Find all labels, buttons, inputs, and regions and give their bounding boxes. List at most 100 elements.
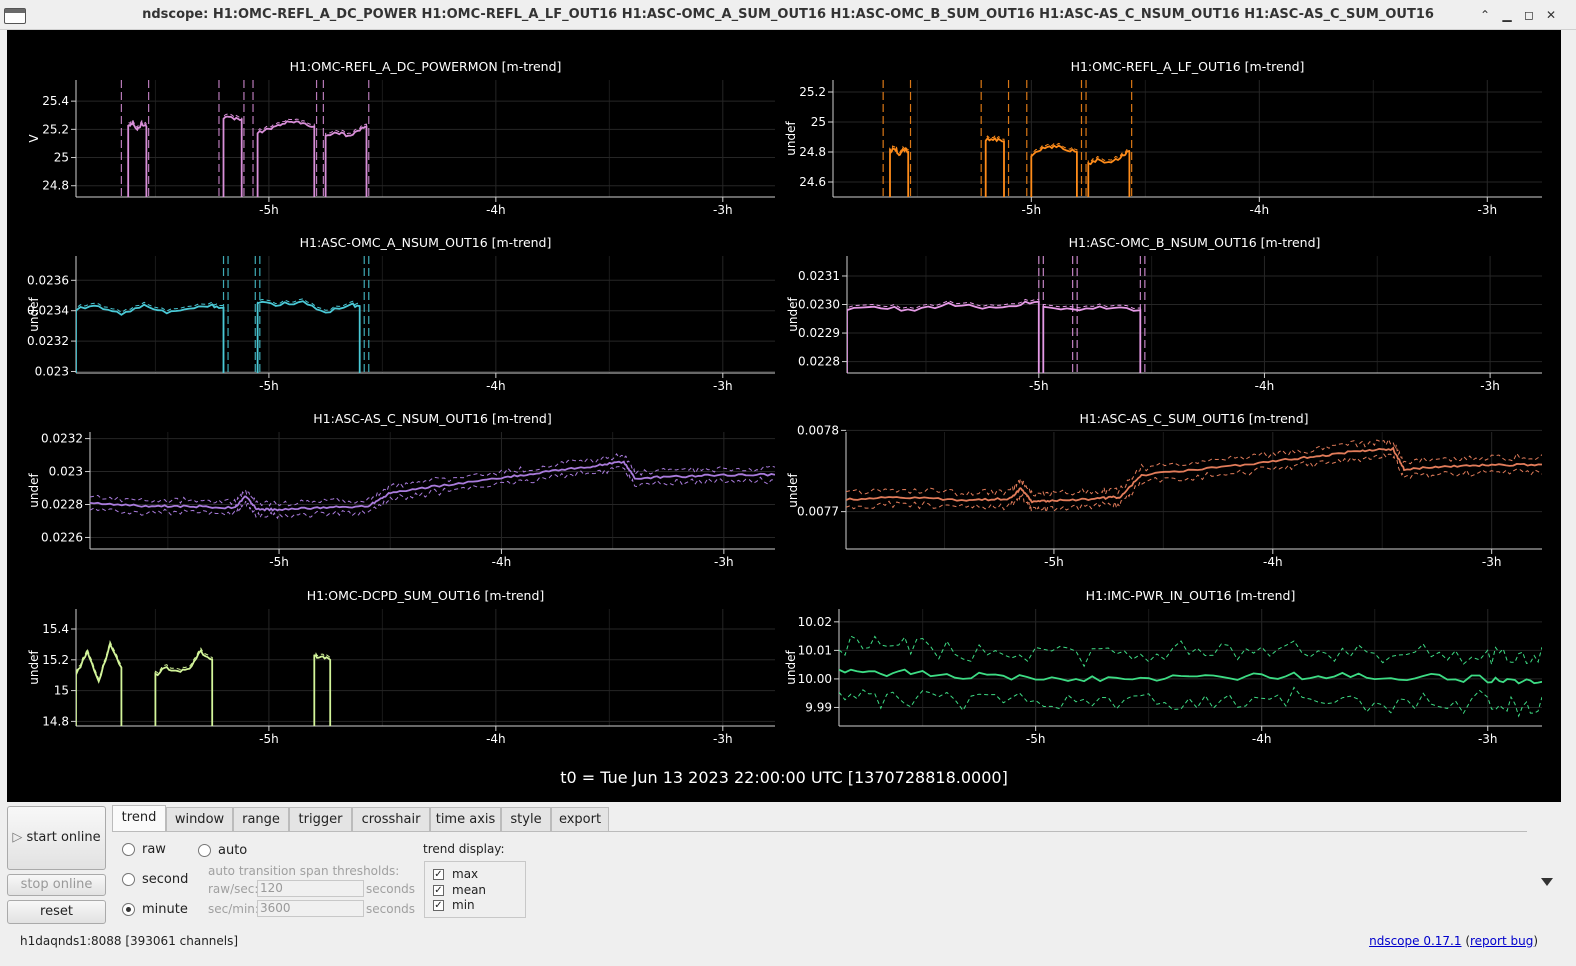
plot-panel: H1:ASC-OMC_A_NSUM_OUT16 [m-trend] 0.0236 0… (27, 235, 775, 393)
plots-canvas[interactable]: H1:OMC-REFL_A_DC_POWERMON [m-trend] 25.4 2… (7, 30, 1561, 802)
mean-trend-line (324, 125, 368, 197)
auto-radio-indicator[interactable] (198, 844, 211, 857)
mean-trend-line (1030, 144, 1078, 197)
x-tick-label: -5h (269, 555, 289, 569)
stop-online-button[interactable]: stop online (7, 874, 106, 896)
max-label: max (452, 867, 479, 881)
raw-radio-indicator[interactable] (122, 843, 135, 856)
y-axis-label: undef (27, 473, 41, 508)
mean-check-icon[interactable]: ✓ (433, 885, 444, 896)
x-tick-label: -5h (259, 379, 279, 393)
second-radio-indicator[interactable] (122, 873, 135, 886)
y-tick-label: 14.8 (42, 714, 69, 728)
raw-sec-field[interactable]: 120 (257, 880, 364, 897)
x-tick-label: -3h (713, 203, 733, 217)
plot-area[interactable]: H1:OMC-REFL_A_DC_POWERMON [m-trend] 25.4 2… (7, 30, 1561, 802)
y-tick-label: 24.6 (799, 175, 826, 189)
x-tick-label: -3h (713, 732, 733, 746)
report-bug-link[interactable]: report bug (1470, 934, 1533, 948)
y-tick-label: 0.0232 (27, 334, 69, 348)
y-tick-label: 10.01 (798, 643, 832, 657)
plot-title: H1:ASC-AS_C_SUM_OUT16 [m-trend] (1079, 411, 1308, 426)
min-trend-line (90, 466, 775, 520)
x-tick-label: -5h (1029, 379, 1049, 393)
max-trend-line (1030, 142, 1078, 197)
control-panel: ▷ start online stop online reset trend w… (0, 802, 1576, 966)
max-check-icon[interactable]: ✓ (433, 869, 444, 880)
y-tick-label: 0.0236 (27, 273, 69, 287)
tab-range[interactable]: range (233, 807, 289, 832)
tab-divider (112, 831, 1527, 832)
y-tick-label: 24.8 (42, 179, 69, 193)
max-trend-line (889, 145, 909, 197)
plot-panel: H1:OMC-REFL_A_DC_POWERMON [m-trend] 25.4 2… (27, 59, 775, 217)
x-tick-label: -3h (1478, 732, 1498, 746)
max-trend-line (76, 301, 224, 373)
tab-style[interactable]: style (501, 807, 551, 832)
x-tick-label: -3h (1477, 203, 1497, 217)
x-tick-label: -3h (1480, 379, 1500, 393)
y-tick-label: 25.2 (799, 85, 826, 99)
tab-window[interactable]: window (166, 807, 233, 832)
keep-above-button[interactable]: ⌃ (1476, 6, 1494, 24)
y-tick-label: 24.8 (799, 145, 826, 159)
tab-trigger[interactable]: trigger (289, 807, 352, 832)
mean-trend-line (1042, 305, 1142, 373)
x-tick-label: -3h (1482, 555, 1502, 569)
plot-data (839, 635, 1542, 718)
y-axis-label: V (27, 134, 41, 143)
trend-display-label: trend display: (423, 842, 505, 856)
sec-min-label: sec/min: (208, 902, 259, 916)
y-axis-label: undef (784, 121, 798, 156)
reset-button[interactable]: reset (7, 900, 106, 924)
max-trend-line (90, 452, 775, 507)
minute-radio-indicator[interactable] (122, 903, 135, 916)
minimize-button[interactable]: ▁ (1498, 6, 1516, 24)
mean-trend-line (1087, 149, 1131, 197)
mean-trend-line (256, 120, 316, 197)
play-icon: ▷ (12, 830, 27, 845)
plot-panel: H1:IMC-PWR_IN_OUT16 [m-trend] 10.02 10.01 1… (784, 588, 1542, 746)
tab-export[interactable]: export (551, 807, 609, 832)
mean-trend-line (984, 136, 1005, 197)
y-tick-label: 0.0226 (41, 530, 83, 544)
min-check-icon[interactable]: ✓ (433, 900, 444, 911)
x-tick-label: -4h (486, 379, 506, 393)
plot-title: H1:OMC-DCPD_SUM_OUT16 [m-trend] (307, 588, 545, 603)
y-tick-label: 25 (54, 151, 69, 165)
plot-title: H1:OMC-REFL_A_DC_POWERMON [m-trend] (290, 59, 562, 74)
window-title: ndscope: H1:OMC-REFL_A_DC_POWER H1:OMC-R… (142, 7, 1434, 22)
y-axis-label: undef (786, 473, 800, 508)
y-tick-label: 0.0228 (41, 498, 83, 512)
raw-radio-label: raw (142, 842, 166, 857)
start-online-button[interactable]: ▷ start online (7, 806, 106, 870)
y-tick-label: 25.2 (42, 122, 69, 136)
max-trend-line (1042, 303, 1141, 373)
x-tick-label: -4h (1252, 732, 1272, 746)
x-tick-label: -4h (1263, 555, 1283, 569)
y-tick-label: 0.023 (49, 465, 83, 479)
mean-trend-line (847, 300, 1040, 373)
x-tick-label: -4h (486, 732, 506, 746)
mean-trend-line (256, 300, 361, 373)
x-tick-label: -4h (492, 555, 512, 569)
y-tick-label: 0.0231 (798, 269, 840, 283)
y-tick-label: 10.00 (798, 672, 832, 686)
x-tick-label: -5h (1044, 555, 1064, 569)
x-tick-label: -3h (713, 379, 733, 393)
expand-arrow-icon[interactable] (1541, 878, 1553, 886)
title-bar: ndscope: H1:OMC-REFL_A_DC_POWER H1:OMC-R… (0, 0, 1576, 30)
y-tick-label: 0.0077 (797, 505, 839, 519)
y-tick-label: 15.2 (42, 653, 69, 667)
tab-time-axis[interactable]: time axis (430, 807, 501, 832)
plot-title: H1:OMC-REFL_A_LF_OUT16 [m-trend] (1071, 59, 1305, 74)
plot-data (846, 438, 1542, 515)
sec-min-field[interactable]: 3600 (257, 900, 364, 917)
y-axis-label: undef (27, 650, 41, 685)
version-link[interactable]: ndscope 0.17.1 (1369, 934, 1461, 948)
tab-trend[interactable]: trend (112, 805, 166, 832)
maximize-button[interactable]: ◻ (1520, 6, 1538, 24)
max-trend-line (223, 113, 243, 197)
tab-crosshair[interactable]: crosshair (352, 807, 430, 832)
close-button[interactable]: ✕ (1542, 6, 1560, 24)
